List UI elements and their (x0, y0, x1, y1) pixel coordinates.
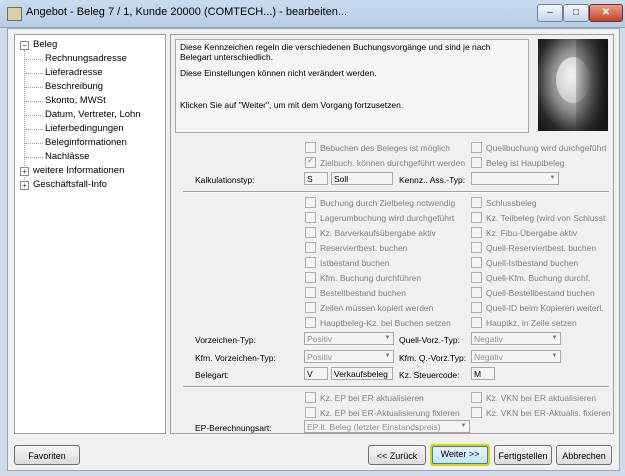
navigation-tree: − Beleg Rechnungsadresse Lieferadresse B… (14, 34, 166, 434)
belegart-value-field[interactable]: Verkaufsbeleg (331, 367, 393, 380)
kalkulationstyp-label: Kalkulationstyp: (195, 175, 255, 185)
checkbox-quell-reserviertbest[interactable]: Quell-Reserviertbest. buchen (471, 242, 596, 253)
kalkulationstyp-value-field[interactable]: Soll (331, 172, 393, 185)
assistant-photo (538, 39, 608, 131)
checkbox-teilbeleg[interactable]: Kz. Teilbeleg (wird von Schlusst (471, 212, 605, 223)
tree-item-geschaeftsfall-info[interactable]: Geschäftsfall-Info (33, 179, 107, 190)
checkbox-vkn-aktualisieren[interactable]: Kz. VKN bei ER aktualisieren (471, 392, 596, 403)
checkbox-fibu-uebergabe[interactable]: Kz. Fibu-Übergabe aktiv (471, 227, 577, 238)
chevron-down-icon: ▼ (384, 353, 391, 359)
kfm-vorzeichen-typ-dropdown[interactable]: Positiv ▼ (304, 350, 394, 363)
checkbox-lagerumbuchung[interactable]: Lagerumbuchung wird durchgeführt (305, 212, 454, 223)
tree-item-beleginformationen[interactable]: Beleginformationen (45, 137, 127, 148)
checkbox-bestellbestand[interactable]: Bestellbestand buchen (305, 287, 406, 298)
belegart-code-field[interactable]: V (304, 367, 328, 380)
tree-item-lieferbedingungen[interactable]: Lieferbedingungen (45, 123, 124, 134)
checkbox-zeilen-kopieren[interactable]: Zeilen müssen kopiert werden (305, 302, 433, 313)
weiter-button[interactable]: Weiter >> (430, 444, 490, 466)
collapse-icon[interactable]: − (20, 41, 29, 50)
steuercode-label: Kz. Steuercode: (399, 370, 460, 380)
tree-item-beschreibung[interactable]: Beschreibung (45, 81, 103, 92)
chevron-down-icon: ▼ (551, 335, 558, 341)
tree-item-rechnungsadresse[interactable]: Rechnungsadresse (45, 53, 127, 64)
checkbox-barverkauf[interactable]: Kz. Barverkaufsübergabe aktiv (305, 227, 436, 238)
checkbox-quell-bestellbestand[interactable]: Quell-Bestellbestand buchen (471, 287, 595, 298)
checkbox-hauptbeleg-kz[interactable]: Hauptbeleg-Kz. bei Buchen setzen (305, 317, 451, 328)
tree-item-skonto-mwst[interactable]: Skonto, MWSt (45, 95, 106, 106)
favoriten-button[interactable]: Favoriten (14, 445, 80, 465)
info-text-box: Diese Kennzeichen regeln die verschieden… (175, 39, 529, 133)
kennz-ass-typ-dropdown[interactable]: ▼ (471, 172, 559, 185)
checkbox-schlussbeleg[interactable]: Schlussbeleg (471, 197, 537, 208)
kalkulationstyp-code-field[interactable]: S (304, 172, 328, 185)
app-icon (7, 7, 22, 21)
tree-item-beleg[interactable]: Beleg (33, 39, 57, 50)
checkbox-reserviertbest[interactable]: Reserviertbest. buchen (305, 242, 407, 253)
fertigstellen-button[interactable]: Fertigstellen (494, 445, 552, 465)
info-line-3: Klicken Sie auf "Weiter", um mit dem Vor… (180, 100, 404, 110)
ep-berechnungsart-dropdown[interactable]: EP lt. Beleg (letzter Einstandspreis) ▼ (304, 420, 470, 433)
kennz-ass-typ-label: Kennz.. Ass.-Typ: (399, 175, 466, 185)
checkbox-kfm-buchung[interactable]: Kfm. Buchung durchführen (305, 272, 421, 283)
info-line-2: Diese Einstellungen können nicht verände… (180, 68, 377, 78)
flags-form: Bebuchen des Beleges ist möglich Zielbuc… (175, 136, 611, 433)
chevron-down-icon: ▼ (549, 175, 556, 181)
checkbox-ep-fixieren[interactable]: Kz. EP bei ER-Aktualisierung fixieren (305, 407, 460, 418)
expand-icon[interactable]: + (20, 167, 29, 176)
zurueck-button[interactable]: << Zurück (368, 445, 426, 465)
button-bar: Favoriten << Zurück Weiter >> Fertigstel… (8, 435, 619, 470)
checkbox-bebuchen[interactable]: Bebuchen des Beleges ist möglich (305, 142, 450, 153)
tree-item-datum-vertreter-lohn[interactable]: Datum, Vertreter, Lohn (45, 109, 141, 120)
tree-item-nachlaesse[interactable]: Nachlässe (45, 151, 89, 162)
tree-item-weitere-informationen[interactable]: weitere Informationen (33, 165, 124, 176)
dialog-client-area: − Beleg Rechnungsadresse Lieferadresse B… (7, 28, 620, 471)
tree-item-lieferadresse[interactable]: Lieferadresse (45, 67, 103, 78)
checkbox-hauptkz-zeile[interactable]: Hauptkz. in Zeile setzen (471, 317, 577, 328)
minimize-button[interactable]: – (537, 4, 563, 22)
vorzeichen-typ-dropdown[interactable]: Positiv ▼ (304, 332, 394, 345)
chevron-down-icon: ▼ (551, 353, 558, 359)
kfm-q-vorz-typ-label: Kfm. Q.-Vorz.Typ: (399, 353, 467, 363)
checkbox-vkn-fixieren[interactable]: Kz. VKN bei ER-Aktualis. fixieren (471, 407, 611, 418)
belegart-label: Belegart: (195, 370, 230, 380)
abbrechen-button[interactable]: Abbrechen (556, 445, 612, 465)
content-panel: Diese Kennzeichen regeln die verschieden… (170, 34, 614, 434)
checkbox-quellbuchung[interactable]: Quellbuchung wird durchgeführt (471, 142, 607, 153)
info-line-1: Diese Kennzeichen regeln die verschieden… (180, 42, 491, 62)
close-button[interactable]: ✕ (589, 4, 623, 22)
checkbox-zielbuchung[interactable]: Zielbuch. können durchgeführt werden (305, 155, 465, 168)
checkbox-quell-kfm-buchung[interactable]: Quell-Kfm. Buchung durchf. (471, 272, 590, 283)
quell-vorz-typ-dropdown[interactable]: Negativ ▼ (471, 332, 561, 345)
vorzeichen-typ-label: Vorzeichen-Typ: (195, 335, 256, 345)
checkbox-quell-id[interactable]: Quell-ID beim Kopieren weiterl. (471, 302, 604, 313)
window-title: Angebot - Beleg 7 / 1, Kunde 20000 (COMT… (26, 6, 348, 18)
kfm-q-vorz-typ-dropdown[interactable]: Negativ ▼ (471, 350, 561, 363)
title-bar: Angebot - Beleg 7 / 1, Kunde 20000 (COMT… (0, 0, 625, 28)
maximize-button[interactable]: □ (563, 4, 589, 22)
checkbox-ep-aktualisieren[interactable]: Kz. EP bei ER aktualisieren (305, 392, 424, 403)
chevron-down-icon: ▼ (384, 335, 391, 341)
steuercode-field[interactable]: M (471, 367, 495, 380)
checkbox-istbestand[interactable]: Istbestand buchen (305, 257, 389, 268)
checkbox-hauptbeleg[interactable]: Beleg ist Hauptbeleg (471, 157, 564, 168)
quell-vorz-typ-label: Quell-Vorz.-Typ: (399, 335, 460, 345)
checkbox-zielbeleg[interactable]: Buchung durch Zielbeleg notwendig (305, 197, 455, 208)
kfm-vorzeichen-typ-label: Kfm. Vorzeichen-Typ: (195, 353, 276, 363)
expand-icon[interactable]: + (20, 181, 29, 190)
checkbox-quell-istbestand[interactable]: Quell-Istbestand buchen (471, 257, 578, 268)
ep-berechnungsart-label: EP-Berechnungsart: (195, 423, 272, 433)
chevron-down-icon: ▼ (460, 423, 467, 429)
